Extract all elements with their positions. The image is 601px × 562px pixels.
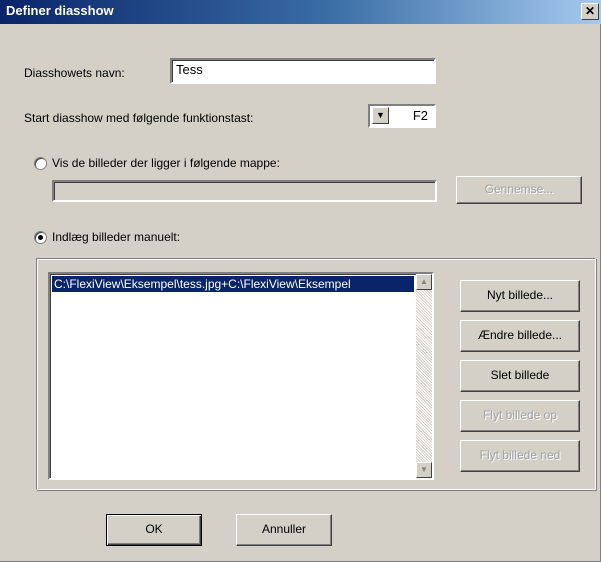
scroll-up-icon[interactable]: ▲ xyxy=(416,274,432,290)
new-image-button[interactable]: Nyt billede... xyxy=(460,280,580,312)
scroll-down-icon[interactable]: ▼ xyxy=(416,462,432,478)
folder-radio[interactable] xyxy=(34,157,47,170)
move-down-button[interactable]: Flyt billede ned xyxy=(460,440,580,472)
function-key-select[interactable]: ▼ F2 xyxy=(368,104,436,128)
cancel-button[interactable]: Annuller xyxy=(236,514,332,546)
function-key-value: F2 xyxy=(412,108,428,123)
folder-path-input[interactable] xyxy=(52,180,437,202)
list-scrollbar[interactable]: ▲ ▼ xyxy=(416,274,432,478)
close-icon: ✕ xyxy=(584,4,596,18)
close-button[interactable]: ✕ xyxy=(581,3,599,20)
move-up-button[interactable]: Flyt billede op xyxy=(460,400,580,432)
function-key-label: Start diasshow med følgende funktionstas… xyxy=(24,111,254,125)
title-bar[interactable]: Definer diasshow ✕ xyxy=(0,0,601,24)
delete-image-button[interactable]: Slet billede xyxy=(460,360,580,392)
image-listbox[interactable]: C:\FlexiView\Eksempel\tess.jpg+C:\FlexiV… xyxy=(48,272,434,480)
list-item[interactable]: C:\FlexiView\Eksempel\tess.jpg+C:\FlexiV… xyxy=(52,276,414,292)
show-name-label: Diasshowets navn: xyxy=(24,66,125,80)
folder-radio-label: Vis de billeder der ligger i følgende ma… xyxy=(52,156,280,170)
chevron-down-icon[interactable]: ▼ xyxy=(372,107,389,124)
edit-image-button[interactable]: Ændre billede... xyxy=(460,320,580,352)
manual-radio[interactable] xyxy=(34,231,47,244)
ok-button[interactable]: OK xyxy=(106,514,202,546)
dialog-window: Definer diasshow ✕ Diasshowets navn: Tes… xyxy=(0,0,601,562)
browse-button[interactable]: Gennemse... xyxy=(456,176,582,204)
radio-selected-dot xyxy=(38,235,43,240)
show-name-input[interactable]: Tess xyxy=(170,58,436,84)
window-title: Definer diasshow xyxy=(6,3,114,18)
manual-radio-label: Indlæg billeder manuelt: xyxy=(52,230,181,244)
